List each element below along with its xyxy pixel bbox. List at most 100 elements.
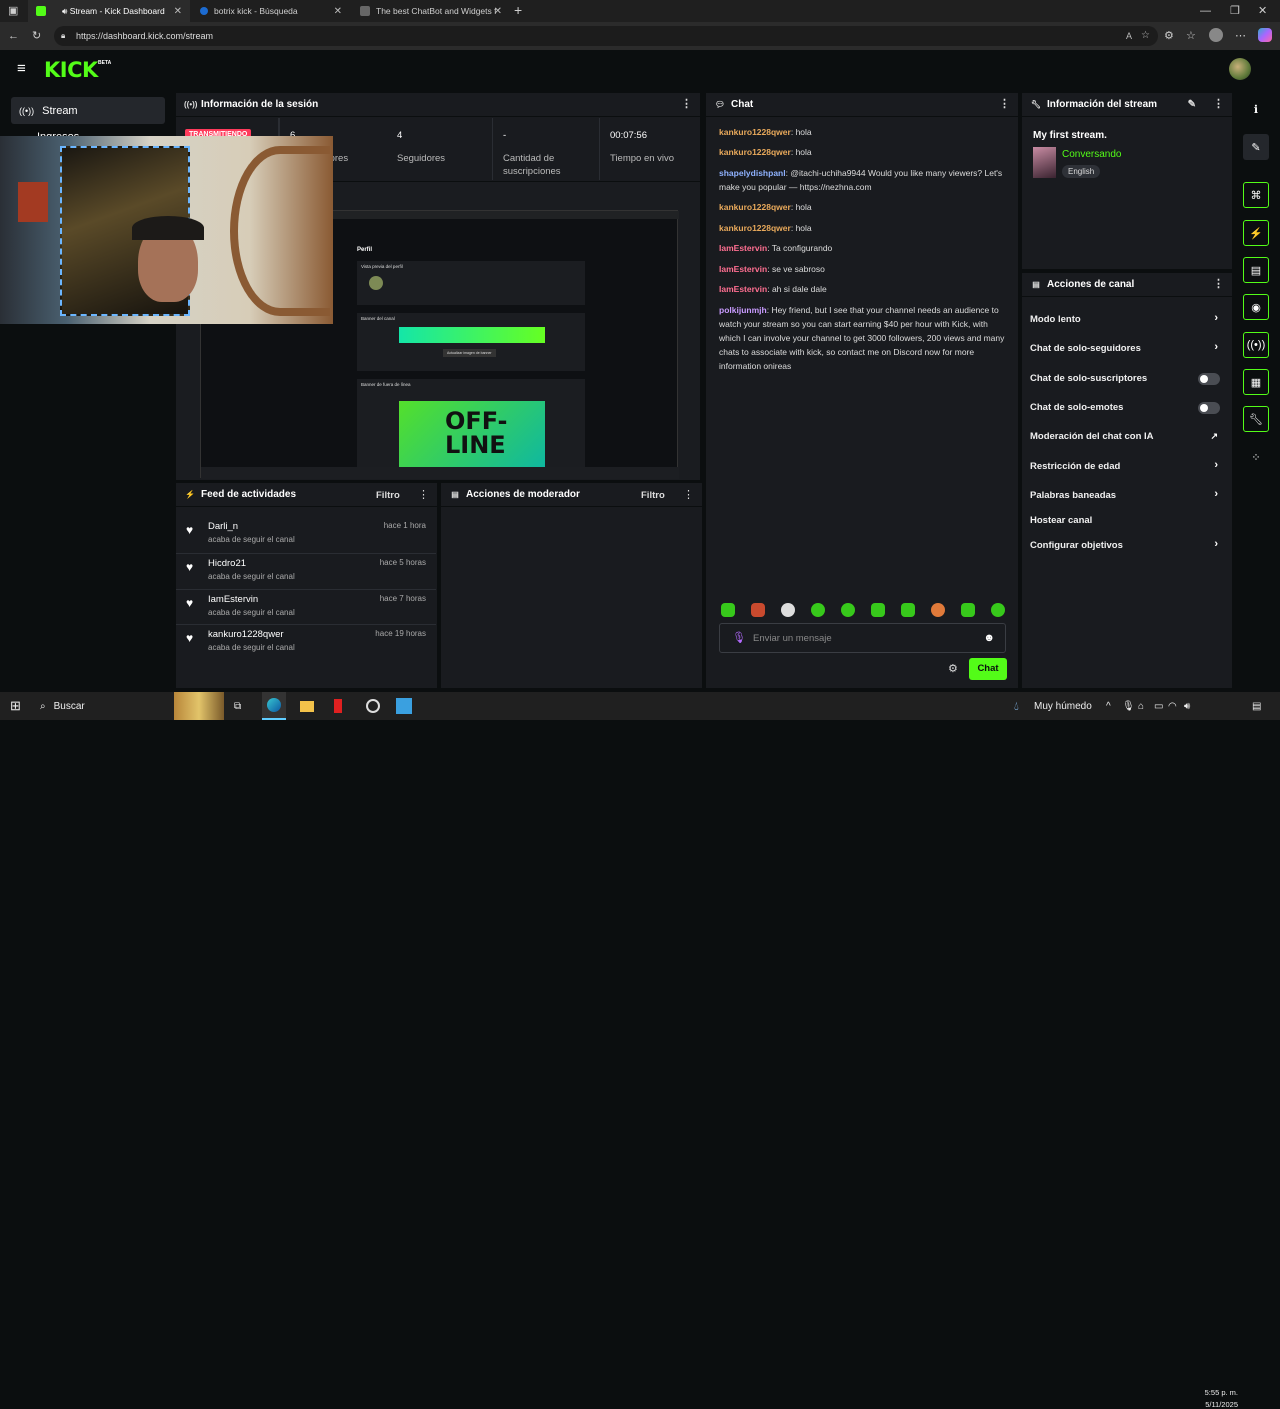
broadcast-icon[interactable]: ((•)) [1243,332,1269,358]
tab-kick-dashboard[interactable]: 🔊︎ Stream - Kick Dashboard ✕ [28,0,190,22]
task-view-icon[interactable]: ⧉ [234,692,241,720]
info-icon[interactable]: ℹ [1243,96,1269,122]
chat-username[interactable]: polkijunmjh [719,305,767,315]
edit-pencil-icon[interactable]: ✎ [1188,99,1196,110]
close-icon[interactable]: ✕ [494,6,502,17]
action-followers-only[interactable]: Chat de solo-seguidores › [1030,341,1226,354]
close-icon[interactable]: ✕ [174,6,182,17]
chevron-up-icon[interactable]: ^ [1106,692,1111,720]
obs-icon[interactable] [366,692,380,720]
taskbar-search[interactable]: ⌕ Buscar [40,692,170,720]
emoji-icon[interactable]: ☻ [983,632,995,644]
emote-icon[interactable] [811,603,825,617]
app-red-icon[interactable] [334,692,342,720]
tab-chatbot-widgets[interactable]: The best ChatBot and Widgets fo ✕ [352,0,510,22]
apps-icon[interactable]: ⁘ [1243,444,1269,470]
kebab-menu-icon[interactable]: ⋮ [999,99,1010,110]
stream-category[interactable]: Conversando [1062,149,1121,160]
tab-botrix-search[interactable]: botrix kick - Búsqueda ✕ [192,0,350,22]
back-icon[interactable]: ← [8,30,19,42]
chat-username[interactable]: shapelydishpanl [719,168,786,178]
favorite-star-icon[interactable]: ☆ [1141,26,1150,46]
sidebar-item-stream[interactable]: ((•)) Stream [11,97,165,124]
network-icon[interactable]: ▭ [1154,692,1163,720]
capture-icon[interactable]: ⌘ [1243,182,1269,208]
user-avatar[interactable] [1229,58,1251,80]
tray-app-icon[interactable]: ⌂ [1138,692,1144,720]
emote-icon[interactable] [751,603,765,617]
emote-icon[interactable] [781,603,795,617]
send-chat-button[interactable]: Chat [969,658,1007,680]
wrench-icon[interactable]: 🔧︎ [1243,406,1269,432]
chat-username[interactable]: kankuro1228qwer [719,202,791,212]
chat-settings-gear-icon[interactable]: ⚙ [948,663,958,675]
extensions-icon[interactable]: ⚙ [1164,30,1174,42]
url-field[interactable]: 🔒︎ https://dashboard.kick.com/stream A ☆ [54,26,1158,46]
action-ai-moderation[interactable]: Moderación del chat con IA ↗ [1030,431,1226,442]
kebab-menu-icon[interactable]: ⋮ [683,490,694,501]
action-banned-words[interactable]: Palabras baneadas › [1030,488,1226,501]
weather-label[interactable]: Muy húmedo [1034,692,1092,720]
subscribers-only-toggle[interactable] [1198,373,1220,385]
clock-date[interactable]: 5/11/2025 [1198,1400,1238,1409]
windows-start-icon[interactable]: ⊞ [10,692,21,720]
feed-user[interactable]: IamEstervin [208,594,258,605]
chat-username[interactable]: kankuro1228qwer [719,127,791,137]
kebab-menu-icon[interactable]: ⋮ [1213,279,1224,290]
lightning-icon[interactable]: ⚡ [1243,220,1269,246]
notification-icon[interactable]: ▤ [1252,692,1261,720]
edge-browser-icon[interactable] [262,692,286,720]
wifi-icon[interactable]: ◠ [1168,692,1177,720]
window-close-icon[interactable]: ✕ [1258,5,1267,17]
emote-icon[interactable] [901,603,915,617]
minimize-icon[interactable]: — [1200,5,1211,17]
chat-username[interactable]: IamEstervin [719,264,767,274]
emote-icon[interactable] [871,603,885,617]
chat-input[interactable]: 🎙︎ Enviar un mensaje ☻ [719,623,1006,653]
feed-user[interactable]: Darli_n [208,521,238,532]
chat-username[interactable]: IamEstervin [719,284,767,294]
chat-username[interactable]: kankuro1228qwer [719,147,791,157]
chat-username[interactable]: kankuro1228qwer [719,223,791,233]
close-icon[interactable]: ✕ [334,6,342,17]
file-explorer-icon[interactable] [300,692,314,720]
emotes-only-toggle[interactable] [1198,402,1220,414]
moderator-filter-button[interactable]: Filtro [641,490,665,501]
volume-icon[interactable]: 🔊︎ [1184,692,1190,720]
clock-time[interactable]: 5:55 p. m. [1202,1388,1238,1397]
kebab-menu-icon[interactable]: ⋮ [1213,99,1224,110]
microphone-icon[interactable]: 🎙︎ [732,632,746,644]
layout-icon[interactable]: ▦ [1243,369,1269,395]
kebab-menu-icon[interactable]: ⋮ [681,99,692,110]
hamburger-menu-icon[interactable]: ≡ [17,61,26,76]
read-aloud-icon[interactable]: A [1126,26,1132,46]
maximize-icon[interactable]: ❐ [1230,5,1240,17]
action-host-channel[interactable]: Hostear canal [1030,515,1226,526]
feed-filter-button[interactable]: Filtro [376,490,400,501]
app-blue-icon[interactable] [396,692,412,720]
document-icon[interactable]: ▤ [1243,257,1269,283]
emote-icon[interactable] [991,603,1005,617]
profile-avatar[interactable] [1209,28,1223,42]
action-goals[interactable]: Configurar objetivos › [1030,538,1226,551]
kick-logo[interactable]: KICK [44,58,98,82]
edit-pencil-icon[interactable]: ✎ [1243,134,1269,160]
favorites-icon[interactable]: ☆ [1186,30,1196,42]
chat-username[interactable]: IamEstervin [719,243,767,253]
emote-icon[interactable] [721,603,735,617]
kebab-menu-icon[interactable]: ⋮ [418,490,429,501]
microphone-icon[interactable]: 🎙︎ [1122,692,1135,720]
taskbar-widget-image[interactable] [174,692,224,720]
feed-user[interactable]: Hicdro21 [208,558,246,569]
new-tab-icon[interactable]: + [514,3,522,17]
refresh-icon[interactable]: ↻ [32,30,41,42]
action-slow-mode[interactable]: Modo lento › [1030,312,1226,325]
copilot-icon[interactable] [1258,28,1272,42]
tab-actions-icon[interactable]: ▣ [8,5,18,17]
action-age-restriction[interactable]: Restricción de edad › [1030,459,1226,472]
feed-user[interactable]: kankuro1228qwer [208,629,284,640]
emote-icon[interactable] [841,603,855,617]
emote-icon[interactable] [931,603,945,617]
more-options-icon[interactable]: ⋯ [1235,30,1246,42]
emote-icon[interactable] [961,603,975,617]
